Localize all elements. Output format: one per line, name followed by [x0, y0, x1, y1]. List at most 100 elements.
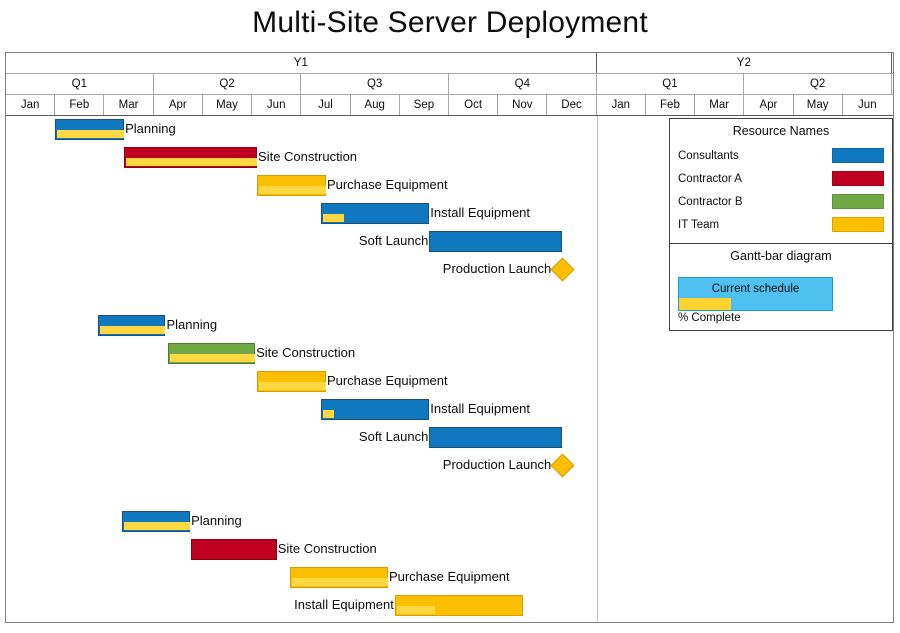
gantt-task-row[interactable]: Purchase Equipment: [6, 368, 893, 396]
task-label: Soft Launch: [358, 429, 429, 444]
gantt-bar-pct-complete: [291, 578, 388, 586]
gantt-bar-pct-complete: [57, 130, 125, 138]
gantt-bar-pct-complete: [323, 214, 345, 222]
gantt-bar[interactable]: [97, 315, 166, 336]
timescale-quarter-cell-2: Q3: [301, 74, 449, 94]
gantt-bar[interactable]: [124, 147, 258, 168]
task-label: Planning: [125, 121, 176, 136]
timescale-quarter-cell-4: Q1: [597, 74, 745, 94]
timescale-header: Y1 Y2 Q1 Q2 Q3 Q4 Q1 Q2 Jan Feb Mar Apr May Jun Jul A…: [6, 53, 893, 116]
legend-resource-label: Contractor A: [678, 172, 742, 185]
gantt-bar[interactable]: [191, 539, 277, 560]
legend-resource-label: IT Team: [678, 218, 720, 231]
timescale-month-row: Jan Feb Mar Apr May Jun Jul Aug Sep Oct Nov Dec Jan F…: [6, 95, 893, 116]
legend-color-swatch: [832, 148, 884, 163]
gantt-bar-pct-complete: [396, 606, 435, 614]
legend-sample-bar-label: Current schedule: [711, 283, 800, 295]
task-label: Purchase Equipment: [326, 373, 448, 388]
timescale-quarter-cell-3: Q4: [449, 74, 597, 94]
legend-resource-row[interactable]: Contractor A: [678, 167, 884, 190]
timescale-month-cell-12: Jan: [597, 95, 646, 115]
legend-resource-row[interactable]: Consultants: [678, 144, 884, 167]
task-label: Soft Launch: [358, 233, 429, 248]
legend-sample-bar: Current schedule: [678, 277, 833, 311]
legend-color-swatch: [832, 217, 884, 232]
gantt-task-row[interactable]: Production Launch: [6, 452, 893, 480]
timescale-month-cell-16: May: [794, 95, 843, 115]
gantt-bar[interactable]: [168, 343, 256, 364]
milestone-diamond[interactable]: [550, 257, 575, 282]
legend-sample-pct-fill: [679, 298, 731, 310]
gantt-bar[interactable]: [257, 175, 326, 196]
gantt-bar-fill: [322, 400, 429, 419]
timescale-month-cell-15: Apr: [744, 95, 794, 115]
timescale-quarter-cell-0: Q1: [6, 74, 154, 94]
gantt-bar[interactable]: [321, 399, 430, 420]
timescale-month-cell-14: Mar: [695, 95, 745, 115]
gantt-bar-fill: [192, 540, 276, 559]
gantt-bar-pct-complete: [259, 382, 326, 390]
gantt-bar-pct-complete: [124, 522, 191, 530]
legend-resource-label: Contractor B: [678, 195, 743, 208]
gantt-bar-pct-complete: [126, 158, 258, 166]
gantt-task-row[interactable]: Soft Launch: [6, 424, 893, 452]
timescale-month-cell-0: Jan: [6, 95, 56, 115]
timescale-month-cell-17: Jun: [858, 99, 877, 111]
gantt-task-row[interactable]: Install Equipment: [6, 592, 893, 620]
timescale-quarter-cell-1: Q2: [154, 74, 302, 94]
gantt-task-row[interactable]: Soft Launch: [6, 620, 893, 621]
legend-color-swatch: [832, 194, 884, 209]
gantt-bar[interactable]: [55, 119, 125, 140]
page-title: Multi-Site Server Deployment: [252, 6, 648, 39]
gantt-bar[interactable]: [429, 427, 563, 448]
task-label: Install Equipment: [294, 597, 394, 612]
task-label: Site Construction: [256, 345, 356, 360]
timescale-month-cell-2: Mar: [104, 95, 154, 115]
gantt-task-row[interactable]: Site Construction: [6, 536, 893, 564]
gantt-bar[interactable]: [289, 567, 388, 588]
timescale-month-cell-7: Aug: [351, 95, 400, 115]
task-label: Install Equipment: [430, 205, 531, 220]
task-label: Purchase Equipment: [388, 569, 510, 584]
task-label: Planning: [191, 513, 242, 528]
task-label: Planning: [166, 317, 218, 332]
gantt-bar-fill: [430, 232, 562, 251]
gantt-bar[interactable]: [429, 231, 563, 252]
timescale-quarter-cell-5: Q2: [744, 74, 892, 94]
timescale-month-cell-11: Dec: [547, 95, 597, 115]
task-label: Site Construction: [277, 541, 377, 556]
timescale-month-cell-13: Feb: [646, 95, 696, 115]
gantt-task-row[interactable]: Planning: [6, 508, 893, 536]
timescale-month-cell-8: Sep: [400, 95, 449, 115]
timescale-year-row: Y1 Y2: [6, 53, 893, 74]
legend-color-swatch: [832, 171, 884, 186]
timescale-quarter-row: Q1 Q2 Q3 Q4 Q1 Q2: [6, 74, 893, 95]
gantt-bar-fill: [430, 428, 562, 447]
timescale-month-cell-4: May: [203, 95, 253, 115]
legend-resource-row[interactable]: IT Team: [678, 213, 884, 236]
legend-gantt-heading: Gantt-bar diagram: [730, 249, 832, 263]
gantt-bar-pct-complete: [323, 410, 334, 418]
gantt-bar[interactable]: [394, 595, 523, 616]
milestone-diamond[interactable]: [550, 453, 575, 478]
task-label: Purchase Equipment: [326, 177, 448, 192]
gantt-bar[interactable]: [122, 511, 191, 532]
task-label: Install Equipment: [430, 401, 531, 416]
legend-panel: Resource Names Consultants Contractor A Co…: [669, 118, 893, 331]
legend-pct-complete-label: % Complete: [678, 312, 741, 324]
gantt-bar[interactable]: [321, 203, 430, 224]
timescale-month-cell-3: Apr: [154, 95, 203, 115]
gantt-task-row[interactable]: Purchase Equipment: [6, 564, 893, 592]
timescale-year-cell-0: Y1: [6, 53, 597, 73]
legend-resource-row[interactable]: Contractor B: [678, 190, 884, 213]
timescale-month-cell-5: Jun: [252, 95, 302, 115]
task-label: Site Construction: [258, 149, 358, 164]
timescale-month-cell-10: Nov: [498, 95, 548, 115]
gantt-bar[interactable]: [257, 371, 326, 392]
timescale-year-cell-1: Y2: [597, 53, 892, 73]
gantt-chart-frame: Y1 Y2 Q1 Q2 Q3 Q4 Q1 Q2 Jan Feb Mar Apr May Jun Jul A…: [5, 52, 894, 623]
gantt-bar-pct-complete: [99, 326, 166, 334]
gantt-bar-pct-complete: [259, 186, 326, 194]
gantt-task-row[interactable]: Site Construction: [6, 340, 893, 368]
gantt-task-row[interactable]: Install Equipment: [6, 396, 893, 424]
